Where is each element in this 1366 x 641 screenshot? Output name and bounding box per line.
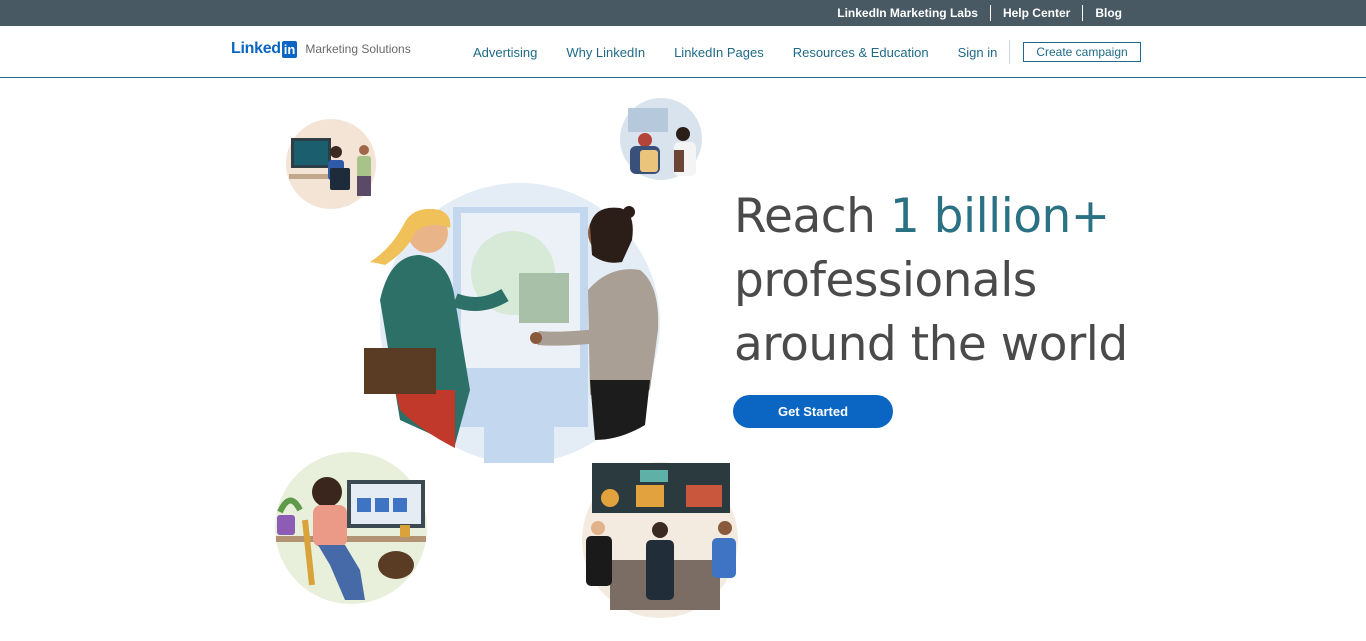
nav-why-linkedin[interactable]: Why LinkedIn bbox=[566, 45, 645, 60]
nav-linkedin-pages[interactable]: LinkedIn Pages bbox=[674, 45, 764, 60]
blog-link[interactable]: Blog bbox=[1083, 5, 1134, 21]
get-started-button[interactable]: Get Started bbox=[733, 395, 893, 428]
utility-links: LinkedIn Marketing Labs Help Center Blog bbox=[825, 0, 1134, 26]
headline-line3: around the world bbox=[734, 317, 1128, 372]
business-meeting-illustration bbox=[582, 462, 738, 618]
nav-resources-education[interactable]: Resources & Education bbox=[793, 45, 929, 60]
utility-bar: LinkedIn Marketing Labs Help Center Blog bbox=[0, 0, 1366, 26]
headline-accent: 1 billion+ bbox=[889, 189, 1110, 244]
logo-in-box: in bbox=[281, 40, 298, 58]
linkedin-logo[interactable]: Linked in Marketing Solutions bbox=[231, 40, 411, 58]
headline-line2: professionals bbox=[734, 253, 1037, 308]
logo-subtitle: Marketing Solutions bbox=[305, 42, 411, 56]
nav-advertising[interactable]: Advertising bbox=[473, 45, 537, 60]
nav-divider bbox=[1009, 40, 1011, 64]
create-campaign-button[interactable]: Create campaign bbox=[1023, 42, 1141, 62]
headline-reach: Reach bbox=[734, 189, 890, 244]
hero-headline: Reach 1 billion+ professionals around th… bbox=[734, 185, 1294, 377]
nav-links: Advertising Why LinkedIn LinkedIn Pages … bbox=[473, 26, 1141, 78]
collaboration-illustration bbox=[364, 183, 660, 463]
office-workers-illustration bbox=[286, 119, 376, 209]
remote-work-illustration bbox=[275, 452, 427, 604]
main-nav: Linked in Marketing Solutions Advertisin… bbox=[0, 26, 1366, 78]
marketing-labs-link[interactable]: LinkedIn Marketing Labs bbox=[825, 5, 990, 21]
logo-wordmark: Linked bbox=[231, 40, 281, 57]
sign-in-link[interactable]: Sign in bbox=[958, 45, 998, 60]
meeting-illustration bbox=[620, 98, 702, 180]
help-center-link[interactable]: Help Center bbox=[991, 5, 1082, 21]
